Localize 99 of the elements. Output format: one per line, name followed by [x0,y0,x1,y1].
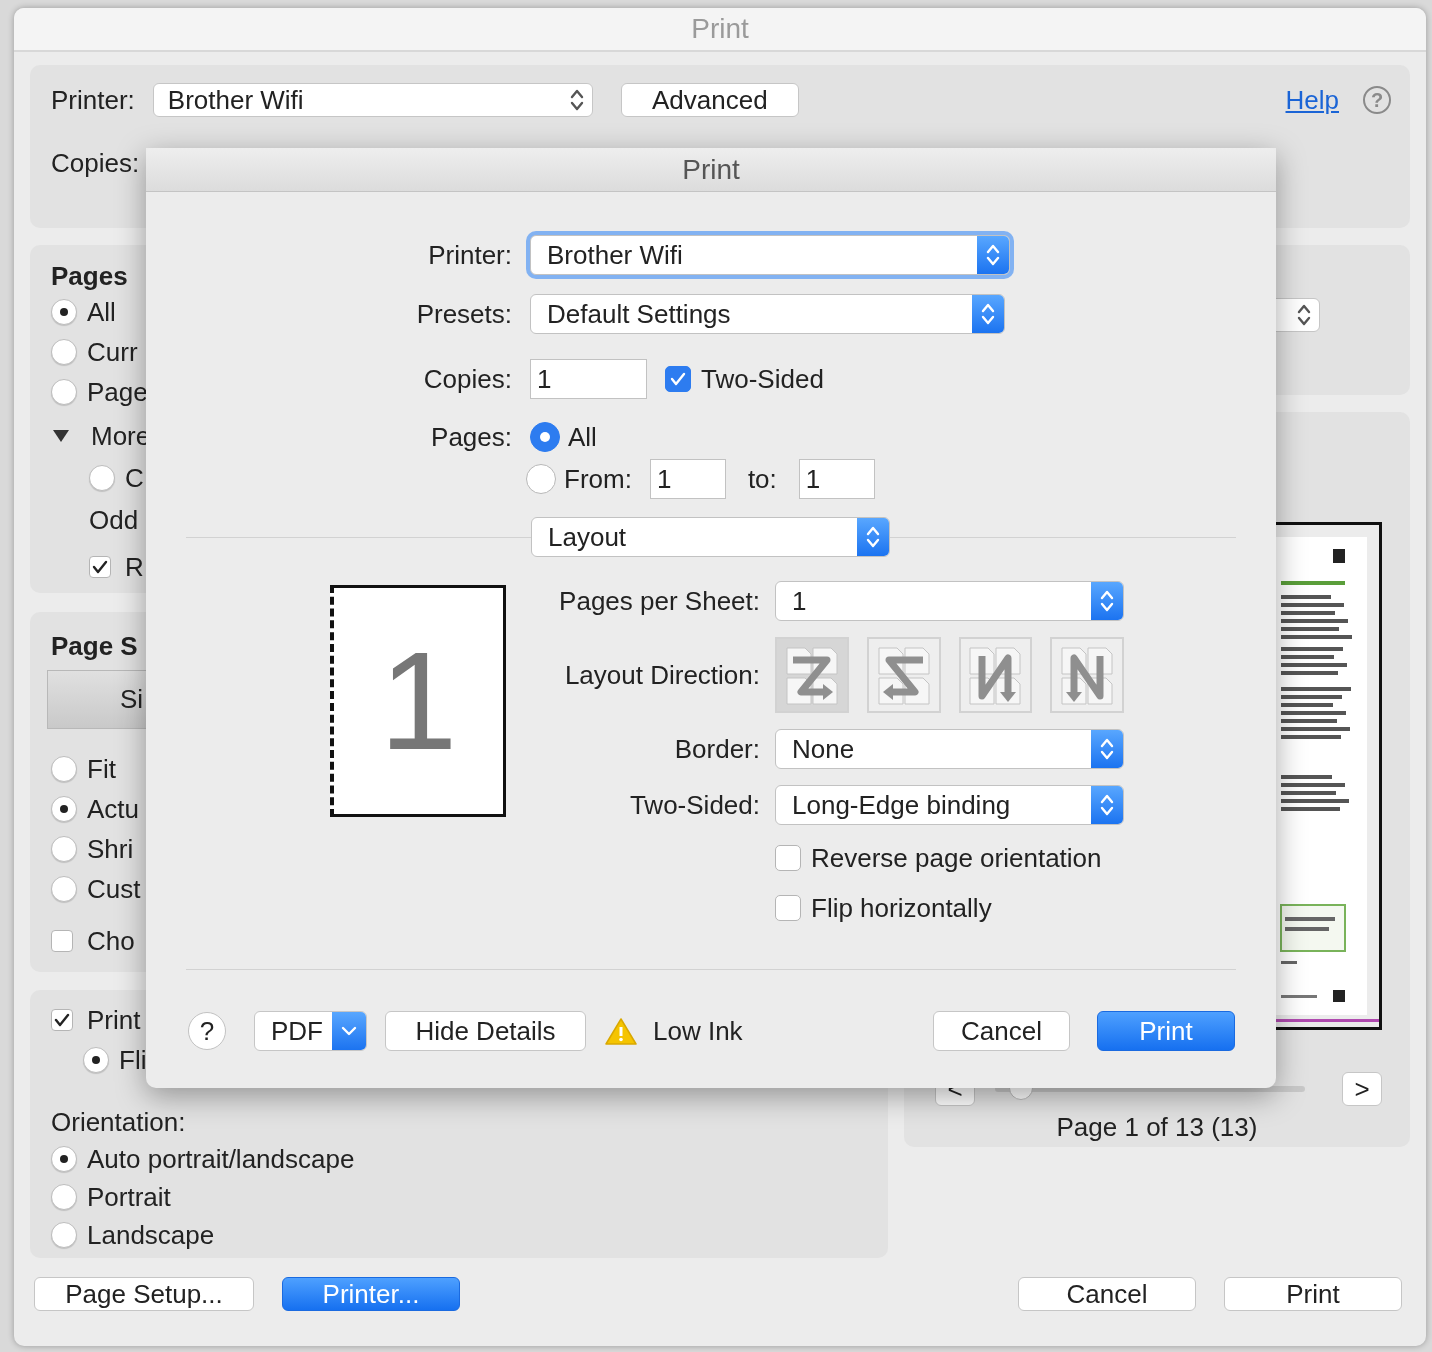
presets-dropdown[interactable]: Default Settings [530,294,1005,334]
border-dropdown[interactable]: None [775,729,1124,769]
checkbox-label: Reverse page orientation [811,842,1102,874]
radio-button[interactable] [51,1184,77,1210]
help-link[interactable]: Help [1285,84,1339,116]
checkmark-icon [92,560,108,574]
checkmark-icon [54,1013,70,1027]
status-text: Low Ink [653,1015,743,1047]
radio-button[interactable] [51,756,77,782]
option-label: Curr [87,336,138,368]
checkbox-label: Cho [87,925,135,957]
section-title: Pages [51,260,129,292]
layout-direction-button[interactable] [775,637,849,713]
footer-button[interactable]: Printer... [282,1277,460,1311]
option-label: Auto portrait/landscape [87,1143,355,1175]
chevron-icon [981,302,995,326]
radio-button[interactable] [51,796,77,822]
pdf-menu-button[interactable]: PDF [254,1011,367,1051]
chevron-icon [1100,793,1114,817]
next-page-button[interactable]: > [1342,1072,1382,1106]
radio-button[interactable] [530,422,560,452]
checkbox[interactable] [51,1009,73,1031]
option-label: Landscape [87,1219,215,1251]
checkbox-label: Flip horizontally [811,892,992,924]
radio-button[interactable] [51,339,77,365]
chevron-icon [1297,303,1311,327]
page-counter: Page 1 of 13 (13) [1055,1112,1259,1143]
checkbox-label: R [125,551,144,583]
layout-direction-button[interactable] [866,637,941,713]
option-label: From: [564,463,632,495]
field-label: Printer: [51,84,135,116]
checkbox[interactable] [775,845,801,871]
option-label: Cust [87,873,141,905]
section-title: Page S [50,630,139,662]
field-label: Layout Direction: [563,659,760,691]
footer-button[interactable]: Page Setup... [34,1277,254,1311]
checkmark-icon [670,372,686,386]
option-label: C [125,462,144,494]
field-label: Pages per Sheet: [558,585,760,617]
checkbox-label: Two-Sided [701,363,824,395]
checkbox[interactable] [665,366,691,392]
field-label: to: [747,463,777,495]
layout-direction-button[interactable] [1050,637,1124,713]
field-label: Orientation: [51,1106,187,1139]
radio-button[interactable] [51,299,77,325]
radio-button[interactable] [51,1222,77,1248]
radio-button[interactable] [51,1146,77,1172]
checkbox[interactable] [775,895,801,921]
chevron-icon [986,243,1000,267]
option-label: Page [87,376,148,408]
option-label: Actu [87,793,140,825]
chevron-down-icon [341,1026,357,1036]
section-dropdown[interactable]: Layout [531,517,890,557]
print-button[interactable]: Print [1097,1011,1235,1051]
disclosure-triangle[interactable] [53,430,69,442]
option-label: All [87,296,116,328]
field-label: Two-Sided: [628,789,760,821]
option-label: Portrait [87,1181,171,1213]
chevron-icon [1100,589,1114,613]
option-label: Fit [87,753,116,785]
window-title: Print [14,8,1426,52]
radio-button[interactable] [89,465,115,491]
two-sided-dropdown[interactable]: Long-Edge binding [775,785,1124,825]
dialog-title: Print [146,148,1276,192]
option-label: All [568,421,597,453]
chevron-icon [569,88,584,112]
chevron-icon [866,525,880,549]
page-layout-preview: 1 [330,585,506,817]
field-label: Copies: [422,363,512,395]
footer-button[interactable]: Print [1224,1277,1402,1311]
field-label: Pages: [430,421,512,453]
checkbox[interactable] [51,930,73,952]
pages-per-sheet-dropdown[interactable]: 1 [775,581,1124,621]
advanced-button[interactable]: Advanced [620,83,799,117]
layout-direction-button[interactable] [958,637,1033,713]
footer-button[interactable]: Cancel [1018,1277,1196,1311]
help-button[interactable]: ? [188,1012,226,1050]
option-label: Fli [119,1044,147,1076]
radio-button[interactable] [51,876,77,902]
radio-button[interactable] [83,1047,109,1073]
radio-button[interactable] [51,836,77,862]
checkbox-label: Print [87,1004,141,1036]
to-field[interactable]: 1 [798,459,875,499]
option-label: Odd [89,504,139,536]
field-label: Border: [673,733,760,765]
printer-dropdown[interactable]: Brother Wifi [152,83,593,117]
cancel-button[interactable]: Cancel [933,1011,1070,1051]
radio-button[interactable] [51,379,77,405]
field-label: Presets: [415,298,512,330]
radio-button[interactable] [526,464,556,494]
field-label: Printer: [427,239,512,271]
warning-icon [605,1017,637,1045]
option-label: Shri [87,833,134,865]
hide-details-button[interactable]: Hide Details [385,1011,586,1051]
chevron-icon [1100,737,1114,761]
field-label: Copies: [51,147,140,179]
copies-field[interactable]: 1 [530,359,647,399]
from-field[interactable]: 1 [649,459,726,499]
checkbox[interactable] [89,556,111,578]
